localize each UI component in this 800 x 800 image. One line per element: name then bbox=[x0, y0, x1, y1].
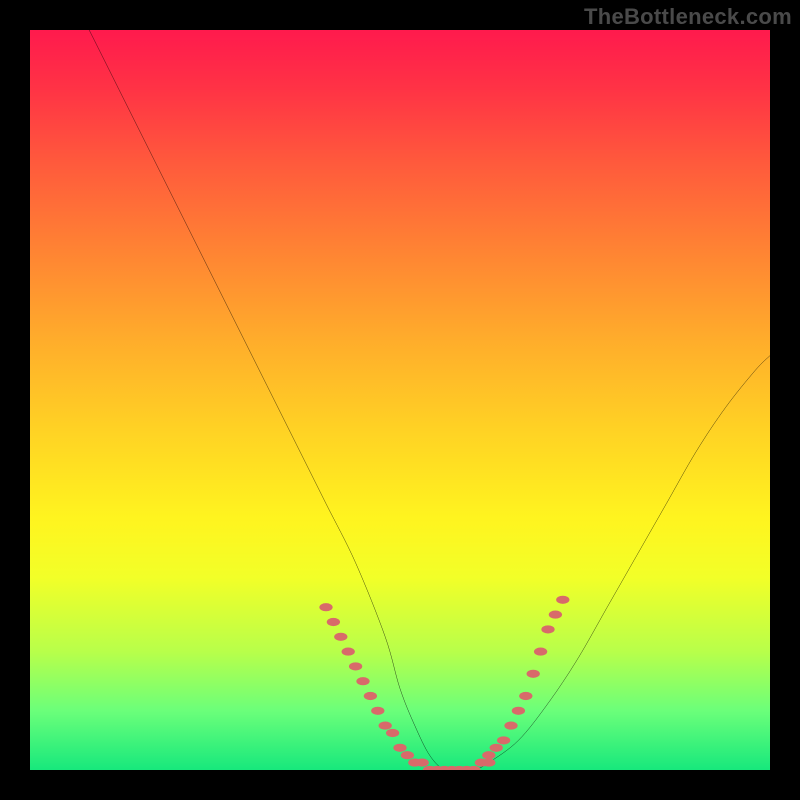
highlight-dot bbox=[319, 603, 332, 611]
highlight-dot bbox=[401, 751, 414, 759]
curve-svg bbox=[30, 30, 770, 770]
highlight-dot bbox=[379, 722, 392, 730]
highlight-dot bbox=[342, 648, 355, 656]
highlight-dot bbox=[416, 759, 429, 767]
highlight-dot bbox=[527, 670, 540, 678]
highlight-dot bbox=[356, 677, 369, 685]
highlight-dot bbox=[334, 633, 347, 641]
plot-area bbox=[30, 30, 770, 770]
highlight-dot bbox=[327, 618, 340, 626]
highlight-dot bbox=[393, 744, 406, 752]
highlight-dot bbox=[386, 729, 399, 737]
highlight-dot bbox=[497, 736, 510, 744]
highlight-dot bbox=[349, 662, 362, 670]
highlight-dot bbox=[490, 744, 503, 752]
highlight-dot bbox=[534, 648, 547, 656]
highlight-dot bbox=[364, 692, 377, 700]
chart-frame: TheBottleneck.com bbox=[0, 0, 800, 800]
highlight-dot bbox=[512, 707, 525, 715]
highlight-dot bbox=[504, 722, 517, 730]
highlight-dots bbox=[319, 596, 569, 770]
highlight-dot bbox=[371, 707, 384, 715]
bottleneck-curve-path bbox=[89, 30, 770, 770]
highlight-dot bbox=[519, 692, 532, 700]
highlight-dot bbox=[556, 596, 569, 604]
highlight-dot bbox=[541, 625, 554, 633]
highlight-dot bbox=[482, 759, 495, 767]
highlight-dot bbox=[482, 751, 495, 759]
highlight-dot bbox=[549, 611, 562, 619]
watermark-text: TheBottleneck.com bbox=[584, 4, 792, 30]
